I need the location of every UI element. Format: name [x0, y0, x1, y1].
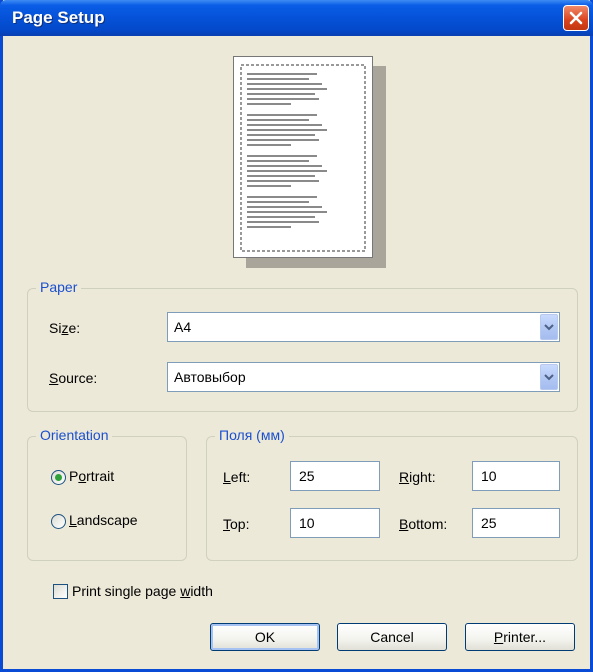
preview-text-line [247, 103, 291, 105]
bottom-margin-input[interactable]: 25 [472, 508, 560, 538]
landscape-radio[interactable] [51, 514, 66, 529]
landscape-label[interactable]: Landscape [69, 512, 138, 528]
preview-text-line [247, 73, 317, 75]
top-margin-label: Top: [223, 516, 250, 532]
page-setup-dialog: Page Setup Paper Size: A4 Source: Автовы… [0, 0, 593, 672]
portrait-label[interactable]: Portrait [69, 468, 114, 484]
preview-text-line [247, 226, 291, 228]
preview-text-line [247, 180, 319, 182]
right-margin-input[interactable]: 10 [472, 461, 560, 491]
size-value: A4 [174, 319, 192, 335]
paper-group-label: Paper [36, 279, 82, 295]
close-icon [569, 11, 583, 25]
margins-group-label: Поля (мм) [215, 427, 289, 443]
preview-text-line [247, 144, 291, 146]
preview-text-line [247, 134, 315, 136]
source-label: Source: [49, 370, 98, 386]
preview-text-line [247, 221, 319, 223]
cancel-button[interactable]: Cancel [337, 623, 447, 651]
source-select[interactable]: Автовыбор [167, 362, 560, 392]
page-preview [233, 56, 373, 258]
top-margin-value: 10 [299, 515, 315, 531]
left-margin-input[interactable]: 25 [290, 461, 380, 491]
bottom-margin-label: Bottom: [399, 516, 448, 532]
preview-text-line [247, 211, 327, 213]
preview-text-line [247, 78, 309, 80]
preview-text-line [247, 124, 322, 126]
left-margin-label: Left: [223, 469, 251, 485]
chevron-down-icon [544, 324, 554, 331]
preview-text-line [247, 185, 291, 187]
preview-text-line [247, 175, 315, 177]
preview-text-line [247, 170, 327, 172]
preview-text-line [247, 216, 315, 218]
preview-text-line [247, 129, 327, 131]
window-title: Page Setup [12, 8, 105, 27]
title-bar[interactable]: Page Setup [0, 0, 593, 36]
chevron-down-icon [544, 374, 554, 381]
preview-text-line [247, 114, 317, 116]
bottom-margin-value: 25 [481, 515, 497, 531]
printer-button[interactable]: Printer... [465, 623, 575, 651]
preview-text-line [247, 201, 309, 203]
left-margin-value: 25 [299, 468, 315, 484]
preview-text-line [247, 93, 315, 95]
page-preview-image [240, 64, 366, 252]
ok-button[interactable]: OK [210, 623, 320, 651]
preview-text-line [247, 119, 309, 121]
size-select[interactable]: A4 [167, 312, 560, 342]
right-margin-label: Right: [399, 469, 436, 485]
print-single-page-width-label[interactable]: Print single page width [72, 583, 213, 599]
preview-text-line [247, 206, 322, 208]
preview-text-line [247, 165, 322, 167]
size-label: Size: [49, 320, 81, 336]
paper-group: Paper [27, 279, 578, 412]
size-dropdown-button[interactable] [540, 314, 558, 340]
print-single-page-width-checkbox[interactable] [53, 584, 68, 599]
preview-text-line [247, 196, 317, 198]
margins-group: Поля (мм) [206, 427, 578, 561]
preview-text-line [247, 88, 327, 90]
source-dropdown-button[interactable] [540, 364, 558, 390]
preview-text-line [247, 98, 319, 100]
top-margin-input[interactable]: 10 [290, 508, 380, 538]
preview-text-line [247, 155, 317, 157]
preview-text-line [247, 83, 322, 85]
close-button[interactable] [563, 5, 589, 31]
source-value: Автовыбор [174, 369, 246, 385]
right-margin-value: 10 [481, 468, 497, 484]
preview-text-line [247, 160, 309, 162]
preview-text-line [247, 139, 319, 141]
portrait-radio[interactable] [51, 470, 66, 485]
orientation-group: Orientation [27, 427, 187, 561]
orientation-group-label: Orientation [36, 427, 113, 443]
